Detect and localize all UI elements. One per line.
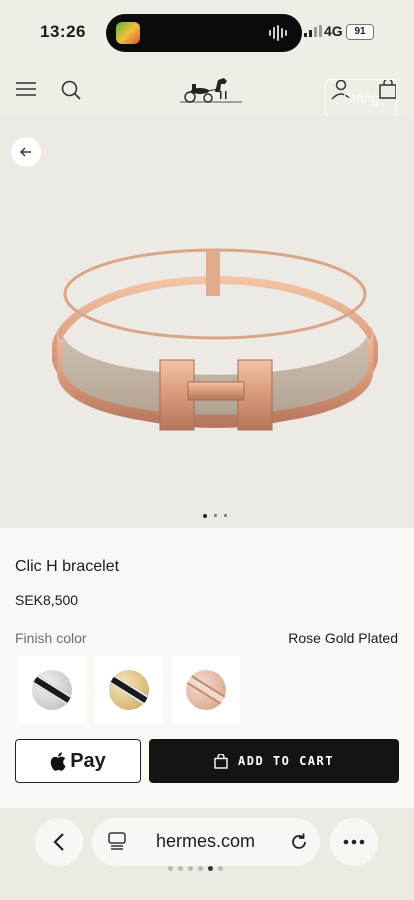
tab-dot[interactable]	[168, 866, 173, 871]
audio-wave-icon	[269, 25, 287, 41]
swatch-image	[109, 670, 149, 710]
swatch-palladium[interactable]	[18, 656, 86, 724]
swatch-rose-gold[interactable]	[172, 656, 240, 724]
close-button[interactable]: Stäng	[325, 79, 397, 117]
carousel-dot[interactable]	[214, 514, 217, 517]
swatch-gold[interactable]	[95, 656, 163, 724]
bracelet-image	[52, 248, 378, 431]
add-to-cart-label: ADD TO CART	[238, 754, 334, 768]
carousel-dots[interactable]	[203, 514, 227, 518]
status-time: 13:26	[40, 22, 86, 41]
apple-pay-label: Pay	[70, 749, 106, 772]
add-to-cart-button[interactable]: ADD TO CART	[149, 739, 399, 783]
shopping-bag-icon	[214, 753, 228, 769]
swatch-image	[186, 670, 226, 710]
signal-icon	[304, 25, 322, 37]
carousel-dot[interactable]	[224, 514, 227, 517]
arrow-left-icon	[20, 147, 31, 157]
dynamic-island	[106, 14, 302, 52]
tab-dot[interactable]	[218, 866, 223, 871]
tab-indicator[interactable]	[168, 866, 223, 871]
product-image-carousel[interactable]	[0, 116, 414, 528]
tab-dot[interactable]	[178, 866, 183, 871]
apple-icon	[50, 751, 66, 771]
reader-mode-icon[interactable]	[108, 832, 126, 850]
apple-pay-button[interactable]: Pay	[15, 739, 141, 783]
reload-icon[interactable]	[289, 832, 309, 852]
tab-dot[interactable]	[188, 866, 193, 871]
battery-indicator: 91	[346, 24, 374, 40]
finish-color-value: Rose Gold Plated	[288, 630, 398, 646]
back-button[interactable]	[11, 137, 41, 167]
product-details: Clic H bracelet SEK8,500 Finish color Ro…	[0, 528, 414, 808]
product-title: Clic H bracelet	[15, 558, 120, 575]
carousel-dot[interactable]	[203, 514, 207, 518]
more-dots-icon	[343, 839, 365, 845]
browser-toolbar: hermes.com	[0, 808, 414, 900]
search-icon[interactable]	[60, 79, 82, 101]
network-type: 4G	[324, 23, 343, 39]
site-header: Stäng	[0, 66, 414, 117]
app-icon	[116, 22, 140, 44]
browser-back-button[interactable]	[35, 818, 83, 866]
browser-more-button[interactable]	[330, 818, 378, 866]
product-price: SEK8,500	[15, 592, 79, 608]
finish-color-label: Finish color	[15, 630, 87, 646]
url-text[interactable]: hermes.com	[156, 831, 255, 852]
tab-dot[interactable]	[198, 866, 203, 871]
swatch-image	[32, 670, 72, 710]
chevron-left-icon	[53, 833, 64, 851]
tab-dot[interactable]	[208, 866, 213, 871]
brand-logo[interactable]	[178, 74, 244, 104]
address-bar[interactable]: hermes.com	[92, 818, 320, 866]
status-bar: 13:26 4G 91	[0, 0, 414, 66]
menu-icon[interactable]	[16, 81, 36, 97]
